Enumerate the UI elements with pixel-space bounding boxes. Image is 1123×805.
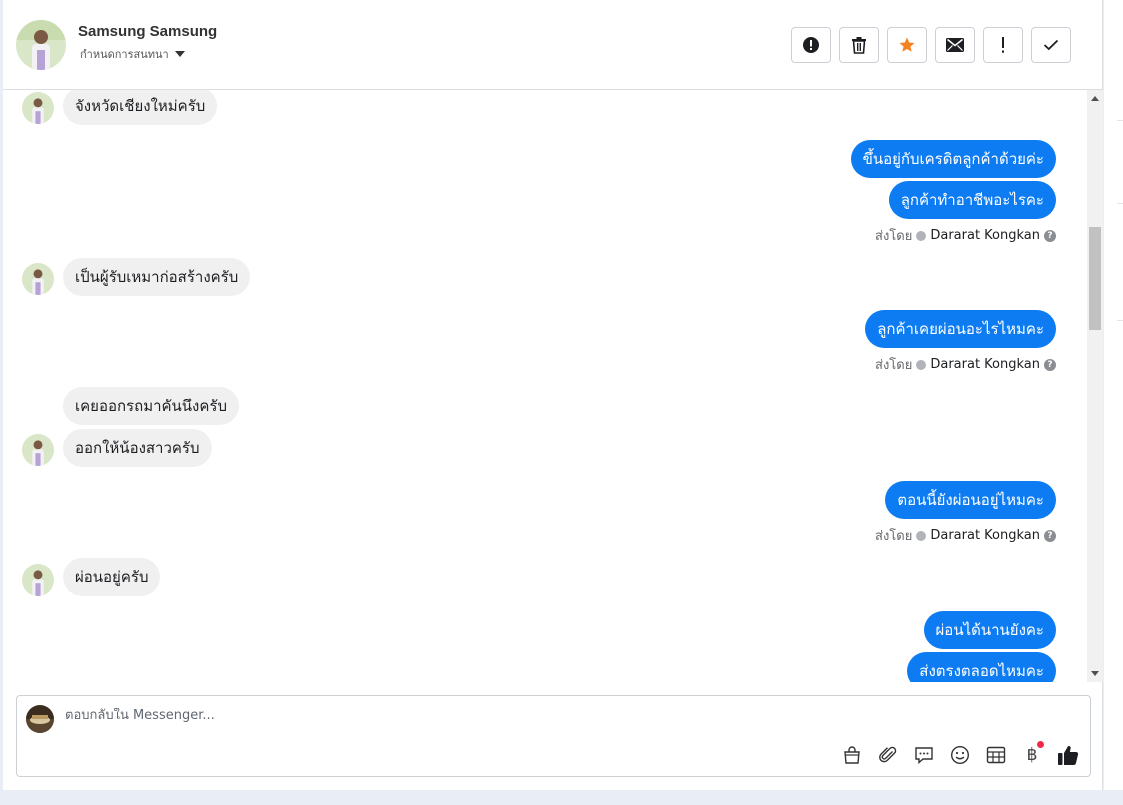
avatar[interactable] — [22, 564, 54, 596]
star-button[interactable] — [887, 27, 927, 63]
shopping-bag-button[interactable] — [840, 743, 864, 767]
envelope-icon — [946, 38, 964, 52]
saved-replies-button[interactable] — [912, 743, 936, 767]
incoming-message[interactable]: จังหวัดเชียงใหม่ครับ — [63, 90, 218, 125]
follow-up-button[interactable] — [983, 27, 1023, 63]
composer-tools: ฿ — [840, 741, 1080, 767]
outgoing-message[interactable]: ลูกค้าเคยผ่อนอะไรไหมคะ — [865, 310, 1056, 348]
outgoing-message[interactable]: ผ่อนได้นานยังคะ — [923, 611, 1056, 649]
conversation-header: Samsung Samsung กำหนดการสนทนา — [3, 0, 1103, 90]
header-actions — [791, 27, 1071, 63]
like-button[interactable] — [1056, 743, 1080, 767]
trash-icon — [852, 37, 866, 54]
avatar[interactable] — [22, 434, 54, 466]
agent-name: Dararat Kongkan — [930, 357, 1040, 372]
contact-avatar[interactable] — [16, 20, 66, 70]
contact-name[interactable]: Samsung Samsung — [78, 23, 217, 40]
alert-circle-icon — [803, 37, 819, 53]
conversation-panel: Samsung Samsung กำหนดการสนทนา จังหวัดเชี… — [3, 0, 1103, 790]
assign-label: กำหนดการสนทนา — [80, 48, 169, 61]
outgoing-message[interactable]: ส่งตรงตลอดไหมคะ — [907, 652, 1056, 682]
verified-icon — [916, 359, 927, 370]
paperclip-icon — [879, 746, 897, 763]
avatar[interactable] — [22, 263, 54, 295]
help-icon[interactable]: ? — [1044, 229, 1056, 242]
sent-by-label: ส่งโดย Dararat Kongkan ? — [875, 354, 1056, 375]
divider — [1117, 120, 1123, 121]
agent-name: Dararat Kongkan — [930, 528, 1040, 543]
divider — [1117, 320, 1123, 321]
assign-conversation-dropdown[interactable]: กำหนดการสนทนา — [80, 45, 185, 63]
notification-dot — [1037, 741, 1044, 748]
verified-icon — [916, 530, 927, 541]
exclamation-icon — [1002, 37, 1004, 53]
incoming-message[interactable]: ออกให้น้องสาวครับ — [63, 429, 212, 467]
agent-name: Dararat Kongkan — [930, 228, 1040, 243]
scrollbar-thumb[interactable] — [1089, 227, 1101, 330]
sent-by-prefix: ส่งโดย — [875, 358, 913, 373]
delete-button[interactable] — [839, 27, 879, 63]
outgoing-message[interactable]: ลูกค้าทำอาชีพอะไรคะ — [888, 181, 1056, 219]
incoming-message[interactable]: เคยออกรถมาคันนึงครับ — [63, 387, 239, 425]
sent-by-label: ส่งโดย Dararat Kongkan ? — [875, 525, 1056, 546]
message-thread[interactable]: จังหวัดเชียงใหม่ครับ ขึ้นอยู่กับเครดิตลู… — [3, 90, 1087, 682]
thumbs-up-icon — [1058, 745, 1079, 765]
caret-down-icon — [174, 51, 185, 57]
side-panel-edge — [1104, 0, 1123, 790]
check-icon — [1043, 39, 1059, 51]
help-icon[interactable]: ? — [1044, 358, 1056, 371]
thread-scrollbar[interactable] — [1087, 90, 1103, 682]
divider — [1117, 203, 1123, 204]
scroll-down-arrow-icon[interactable] — [1091, 671, 1099, 676]
shopping-bag-icon — [844, 746, 860, 764]
page-avatar — [26, 705, 54, 733]
mark-done-button[interactable] — [1031, 27, 1071, 63]
sent-by-label: ส่งโดย Dararat Kongkan ? — [875, 225, 1056, 246]
sent-by-prefix: ส่งโดย — [875, 229, 913, 244]
smiley-icon — [950, 745, 970, 765]
outgoing-message[interactable]: ขึ้นอยู่กับเครดิตลูกค้าด้วยค่ะ — [850, 140, 1056, 178]
baht-icon: ฿ — [1026, 745, 1038, 765]
payment-button[interactable]: ฿ — [1020, 741, 1044, 767]
incoming-message[interactable]: เป็นผู้รับเหมาก่อสร้างครับ — [63, 258, 251, 296]
chat-bubble-icon — [915, 747, 933, 765]
outgoing-message[interactable]: ตอนนี้ยังผ่อนอยู่ไหมคะ — [885, 481, 1056, 519]
reply-composer: ฿ — [16, 695, 1091, 777]
calendar-grid-icon — [986, 746, 1006, 764]
avatar[interactable] — [22, 92, 54, 124]
incoming-message[interactable]: ผ่อนอยู่ครับ — [63, 558, 161, 596]
emoji-button[interactable] — [948, 743, 972, 767]
help-icon[interactable]: ? — [1044, 529, 1056, 542]
mark-unread-button[interactable] — [935, 27, 975, 63]
sent-by-prefix: ส่งโดย — [875, 529, 913, 544]
attach-button[interactable] — [876, 743, 900, 767]
reply-input[interactable] — [65, 708, 765, 723]
appointment-button[interactable] — [984, 743, 1008, 767]
scroll-up-arrow-icon[interactable] — [1091, 96, 1099, 101]
mark-spam-button[interactable] — [791, 27, 831, 63]
verified-icon — [916, 230, 927, 241]
star-icon — [899, 37, 915, 52]
